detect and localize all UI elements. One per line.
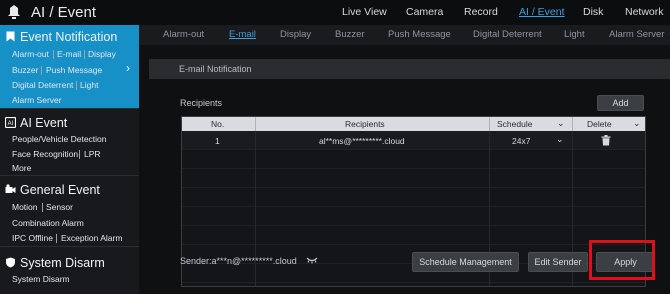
table-row[interactable]: 1 al**ms@*********.cloud 24x7 ⌄ <box>182 131 645 150</box>
svg-text:AI: AI <box>8 121 14 127</box>
header-schedule: Schedule <box>497 119 533 129</box>
cell-no: 1 <box>215 136 220 146</box>
sidebar-item-combination-alarm[interactable]: Combination Alarm <box>12 218 84 228</box>
schedule-select[interactable]: 24x7 <box>512 136 530 146</box>
tab-light[interactable]: Light <box>564 29 585 40</box>
bookmark-icon <box>6 31 15 42</box>
sidebar-item-light[interactable]: Light <box>80 80 98 90</box>
nav-ai-event[interactable]: AI / Event <box>519 6 565 18</box>
sidebar-item-alarm-out[interactable]: Alarm-out <box>12 49 49 59</box>
section-title: E-mail Notification <box>179 64 252 74</box>
sidebar-item-ipc-offline[interactable]: IPC Offline <box>12 233 53 243</box>
apply-highlight-box <box>589 240 655 280</box>
section-header: E-mail Notification <box>149 59 670 79</box>
tab-buzzer[interactable]: Buzzer <box>335 29 365 40</box>
tab-bar: Alarm-out E-mail Display Buzzer Push Mes… <box>139 25 670 45</box>
tab-push-message[interactable]: Push Message <box>388 29 451 40</box>
sidebar-item-digital-deterrent[interactable]: Digital Deterrent <box>12 80 73 90</box>
sender-label: Sender:a***n@*********.cloud <box>180 256 297 266</box>
bell-logo-icon <box>8 5 20 19</box>
trash-icon[interactable] <box>601 135 611 146</box>
table-row <box>182 150 645 169</box>
sidebar-item-more[interactable]: More <box>12 163 31 173</box>
separator <box>79 150 80 159</box>
nav-camera[interactable]: Camera <box>406 6 443 18</box>
nav-disk[interactable]: Disk <box>583 6 603 18</box>
sidebar: Event Notification Alarm-out E-mail Disp… <box>0 25 139 294</box>
separator <box>56 234 57 243</box>
tab-email[interactable]: E-mail <box>229 29 256 40</box>
separator <box>84 50 85 59</box>
recipients-label: Recipients <box>180 98 223 108</box>
sidebar-group-title: System Disarm <box>20 256 105 270</box>
separator <box>41 66 42 75</box>
sidebar-item-sensor[interactable]: Sensor <box>46 202 73 212</box>
header-recipients: Recipients <box>345 119 385 129</box>
nav-live-view[interactable]: Live View <box>342 6 387 18</box>
ai-icon: AI <box>5 117 16 128</box>
hidden-eye-icon[interactable] <box>306 257 318 264</box>
tab-alarm-out[interactable]: Alarm-out <box>163 29 204 40</box>
separator <box>489 117 490 131</box>
sidebar-item-system-disarm[interactable]: System Disarm <box>12 274 70 284</box>
sidebar-item-people-vehicle[interactable]: People/Vehicle Detection <box>12 134 107 144</box>
sidebar-group-title: Event Notification <box>20 30 118 44</box>
sidebar-item-email[interactable]: E-mail <box>57 49 81 59</box>
tab-display[interactable]: Display <box>280 29 311 40</box>
table-row <box>182 169 645 188</box>
edit-sender-button[interactable]: Edit Sender <box>528 252 588 272</box>
separator <box>53 50 54 59</box>
separator <box>572 117 573 131</box>
sidebar-item-display[interactable]: Display <box>88 49 116 59</box>
nav-network[interactable]: Network <box>625 6 664 18</box>
chevron-down-icon[interactable]: ⌄ <box>633 118 641 129</box>
sidebar-item-buzzer[interactable]: Buzzer <box>12 65 38 75</box>
camera-gear-icon <box>5 184 16 193</box>
table-row <box>182 207 645 226</box>
add-button[interactable]: Add <box>597 95 644 111</box>
sidebar-group-title: AI Event <box>20 116 68 130</box>
sidebar-group-title: General Event <box>20 183 100 197</box>
sidebar-item-push-message[interactable]: Push Message <box>46 65 102 75</box>
page-title: AI / Event <box>31 4 97 21</box>
sidebar-item-motion[interactable]: Motion <box>12 202 38 212</box>
sidebar-group-general-event[interactable]: General Event Motion Sensor Combination … <box>0 177 139 247</box>
sidebar-item-lpr[interactable]: LPR <box>84 149 101 159</box>
table-row <box>182 188 645 207</box>
sidebar-item-exception-alarm[interactable]: Exception Alarm <box>61 233 122 243</box>
sidebar-group-system-disarm[interactable]: System Disarm System Disarm <box>0 248 139 294</box>
separator <box>76 81 77 90</box>
table-header: No. Recipients Schedule ⌄ Delete ⌄ <box>182 117 645 131</box>
top-bar: AI / Event Live View Camera Record AI / … <box>0 0 670 25</box>
header-no: No. <box>211 119 225 129</box>
shield-icon <box>6 257 15 268</box>
sidebar-item-alarm-server[interactable]: Alarm Server <box>12 95 62 105</box>
nav-record[interactable]: Record <box>464 6 498 18</box>
chevron-down-icon[interactable]: ⌄ <box>556 134 564 145</box>
separator <box>255 117 256 131</box>
chevron-right-icon: › <box>126 61 130 75</box>
sidebar-group-event-notification[interactable]: Event Notification Alarm-out E-mail Disp… <box>0 25 139 109</box>
cell-recipient: al**ms@*********.cloud <box>319 136 405 146</box>
separator <box>42 203 43 212</box>
schedule-management-button[interactable]: Schedule Management <box>412 252 519 272</box>
sidebar-group-ai-event[interactable]: AI AI Event People/Vehicle Detection Fac… <box>0 110 139 176</box>
table-row <box>182 226 645 245</box>
header-delete: Delete <box>587 119 612 129</box>
tab-digital-deterrent[interactable]: Digital Deterrent <box>473 29 542 40</box>
chevron-down-icon[interactable]: ⌄ <box>557 118 565 129</box>
sidebar-item-face-recognition[interactable]: Face Recognition <box>12 149 78 159</box>
tab-alarm-server[interactable]: Alarm Server <box>609 29 664 40</box>
